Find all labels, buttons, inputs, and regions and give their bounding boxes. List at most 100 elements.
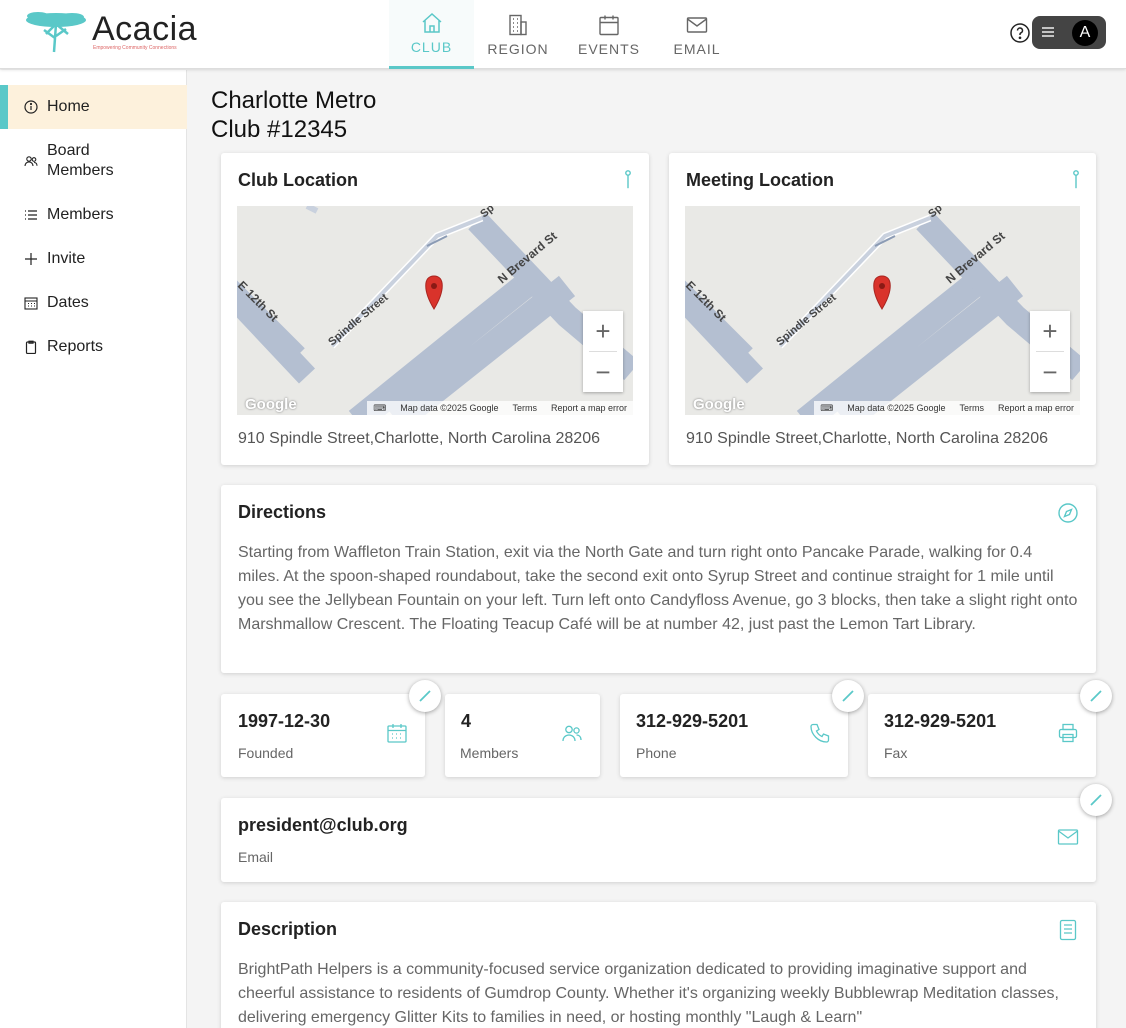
club-location-card: Club Location N Brevard St Spindle Stree… (221, 153, 649, 465)
sidebar-item-home[interactable]: Home (0, 85, 187, 129)
pencil-icon (842, 690, 854, 702)
map[interactable]: N Brevard St Spindle Street E 12th St Sp… (685, 206, 1080, 415)
sidebar-item-members[interactable]: Members (0, 205, 187, 225)
map-attribution: ⌨ Map data ©2025 Google Terms Report a m… (814, 401, 1080, 415)
zoom-in-button[interactable]: + (583, 311, 623, 351)
sidebar-item-label: Members (47, 206, 114, 223)
clipboard-icon (25, 340, 37, 354)
page-title: Charlotte Metro Club #12345 (211, 86, 376, 144)
map[interactable]: N Brevard St Spindle Street E 12th St Sp… (237, 206, 633, 415)
edit-fax-button[interactable] (1080, 680, 1112, 712)
map-terms-link[interactable]: Terms (512, 403, 537, 413)
edit-founded-button[interactable] (409, 680, 441, 712)
pin-icon[interactable] (1065, 169, 1087, 191)
map-roads: N Brevard St Spindle Street E 12th St Sp (237, 206, 633, 415)
tab-club[interactable]: CLUB (389, 0, 474, 69)
home-icon (422, 12, 441, 33)
tab-email[interactable]: EMAIL (660, 0, 734, 69)
phone-card: 312-929-5201 Phone (620, 694, 848, 777)
people-icon (24, 156, 38, 167)
map-report-link[interactable]: Report a map error (998, 403, 1074, 413)
meeting-address: 910 Spindle Street,Charlotte, North Caro… (686, 430, 1048, 447)
svg-text:Spindle Street: Spindle Street (326, 291, 391, 348)
map-terms-link[interactable]: Terms (959, 403, 984, 413)
zoom-out-button[interactable]: − (583, 352, 623, 392)
pencil-icon (1090, 690, 1102, 702)
sidebar-item-label: Dates (47, 294, 89, 311)
card-title: Description (238, 919, 338, 939)
keyboard-icon[interactable]: ⌨ (820, 403, 833, 414)
document-icon (1059, 919, 1077, 941)
info-icon (24, 100, 38, 114)
printer-icon (1058, 723, 1078, 743)
sidebar-item-reports[interactable]: Reports (0, 337, 187, 357)
email-label: Email (238, 849, 274, 865)
calendar-icon (599, 15, 619, 35)
calendar-icon (387, 724, 407, 743)
sidebar-item-board-members[interactable]: Board Members (0, 140, 187, 182)
keyboard-icon[interactable]: ⌨ (373, 403, 386, 414)
tab-region[interactable]: REGION (478, 0, 558, 69)
meeting-location-card: Meeting Location N Brevard St Spindle St… (669, 153, 1096, 465)
pencil-icon (1090, 794, 1102, 806)
google-logo: Google (693, 396, 745, 413)
description-text: BrightPath Helpers is a community-focuse… (238, 961, 1059, 1026)
edit-email-button[interactable] (1080, 784, 1112, 816)
sidebar-item-label: Reports (47, 338, 104, 355)
founded-label: Founded (238, 745, 294, 761)
plus-icon (25, 253, 37, 265)
account-menu-button[interactable]: A (1032, 16, 1106, 49)
sidebar-item-label: Invite (47, 250, 86, 267)
mail-icon (1057, 829, 1079, 845)
map-roads: N Brevard St Spindle Street E 12th St Sp (685, 206, 1080, 415)
map-data-text: Map data ©2025 Google (400, 403, 499, 413)
card-title: Club Location (238, 170, 358, 190)
tab-region-label: REGION (487, 40, 549, 57)
tab-events-label: EVENTS (577, 40, 640, 57)
map-report-link[interactable]: Report a map error (551, 403, 627, 413)
map-zoom-control: + − (1030, 311, 1070, 392)
directions-card: Directions Starting from Waffleton Train… (221, 485, 1096, 673)
email-card: president@club.org Email (221, 798, 1096, 882)
club-address: 910 Spindle Street,Charlotte, North Caro… (238, 430, 600, 447)
phone-icon (810, 723, 830, 743)
tab-events[interactable]: EVENTS (568, 0, 650, 69)
sidebar-item-label: Home (47, 98, 90, 115)
members-value: 4 (461, 711, 472, 731)
tab-club-label: CLUB (410, 39, 453, 55)
hamburger-icon (1042, 27, 1054, 37)
calendar-icon (24, 297, 38, 310)
founded-card: 1997-12-30 Founded (221, 694, 425, 777)
zoom-in-button[interactable]: + (1030, 311, 1070, 351)
brand-logo[interactable]: Acacia Empowering Community Connections (24, 10, 214, 56)
club-number: Club #12345 (211, 116, 348, 143)
acacia-tree-icon (26, 12, 86, 53)
fax-value: 312-929-5201 (884, 711, 997, 731)
description-card: Description BrightPath Helpers is a comm… (221, 902, 1096, 1028)
map-zoom-control: + − (583, 311, 623, 392)
sidebar-item-label: Board Members (47, 142, 114, 179)
tab-email-label: EMAIL (673, 40, 721, 57)
sidebar: Home Board Members Members Invite Dates … (0, 70, 187, 1028)
brand-name: Acacia (92, 10, 198, 48)
svg-text:Spindle Street: Spindle Street (774, 291, 839, 348)
compass-icon (1058, 503, 1078, 523)
email-value[interactable]: president@club.org (238, 815, 408, 836)
phone-value: 312-929-5201 (636, 711, 749, 731)
phone-label: Phone (636, 745, 677, 761)
sidebar-item-dates[interactable]: Dates (0, 293, 187, 313)
sidebar-item-invite[interactable]: Invite (0, 249, 187, 269)
edit-phone-button[interactable] (832, 680, 864, 712)
pin-icon[interactable] (617, 169, 639, 191)
map-data-text: Map data ©2025 Google (847, 403, 946, 413)
fax-card: 312-929-5201 Fax (868, 694, 1096, 777)
top-bar: Acacia Empowering Community Connections … (0, 0, 1126, 69)
avatar: A (1072, 20, 1098, 46)
mail-icon (686, 16, 708, 33)
members-label: Members (460, 745, 519, 761)
zoom-out-button[interactable]: − (1030, 352, 1070, 392)
help-icon[interactable] (1009, 22, 1031, 44)
card-title: Directions (238, 502, 327, 522)
list-icon (25, 210, 37, 220)
members-card: 4 Members (445, 694, 600, 777)
